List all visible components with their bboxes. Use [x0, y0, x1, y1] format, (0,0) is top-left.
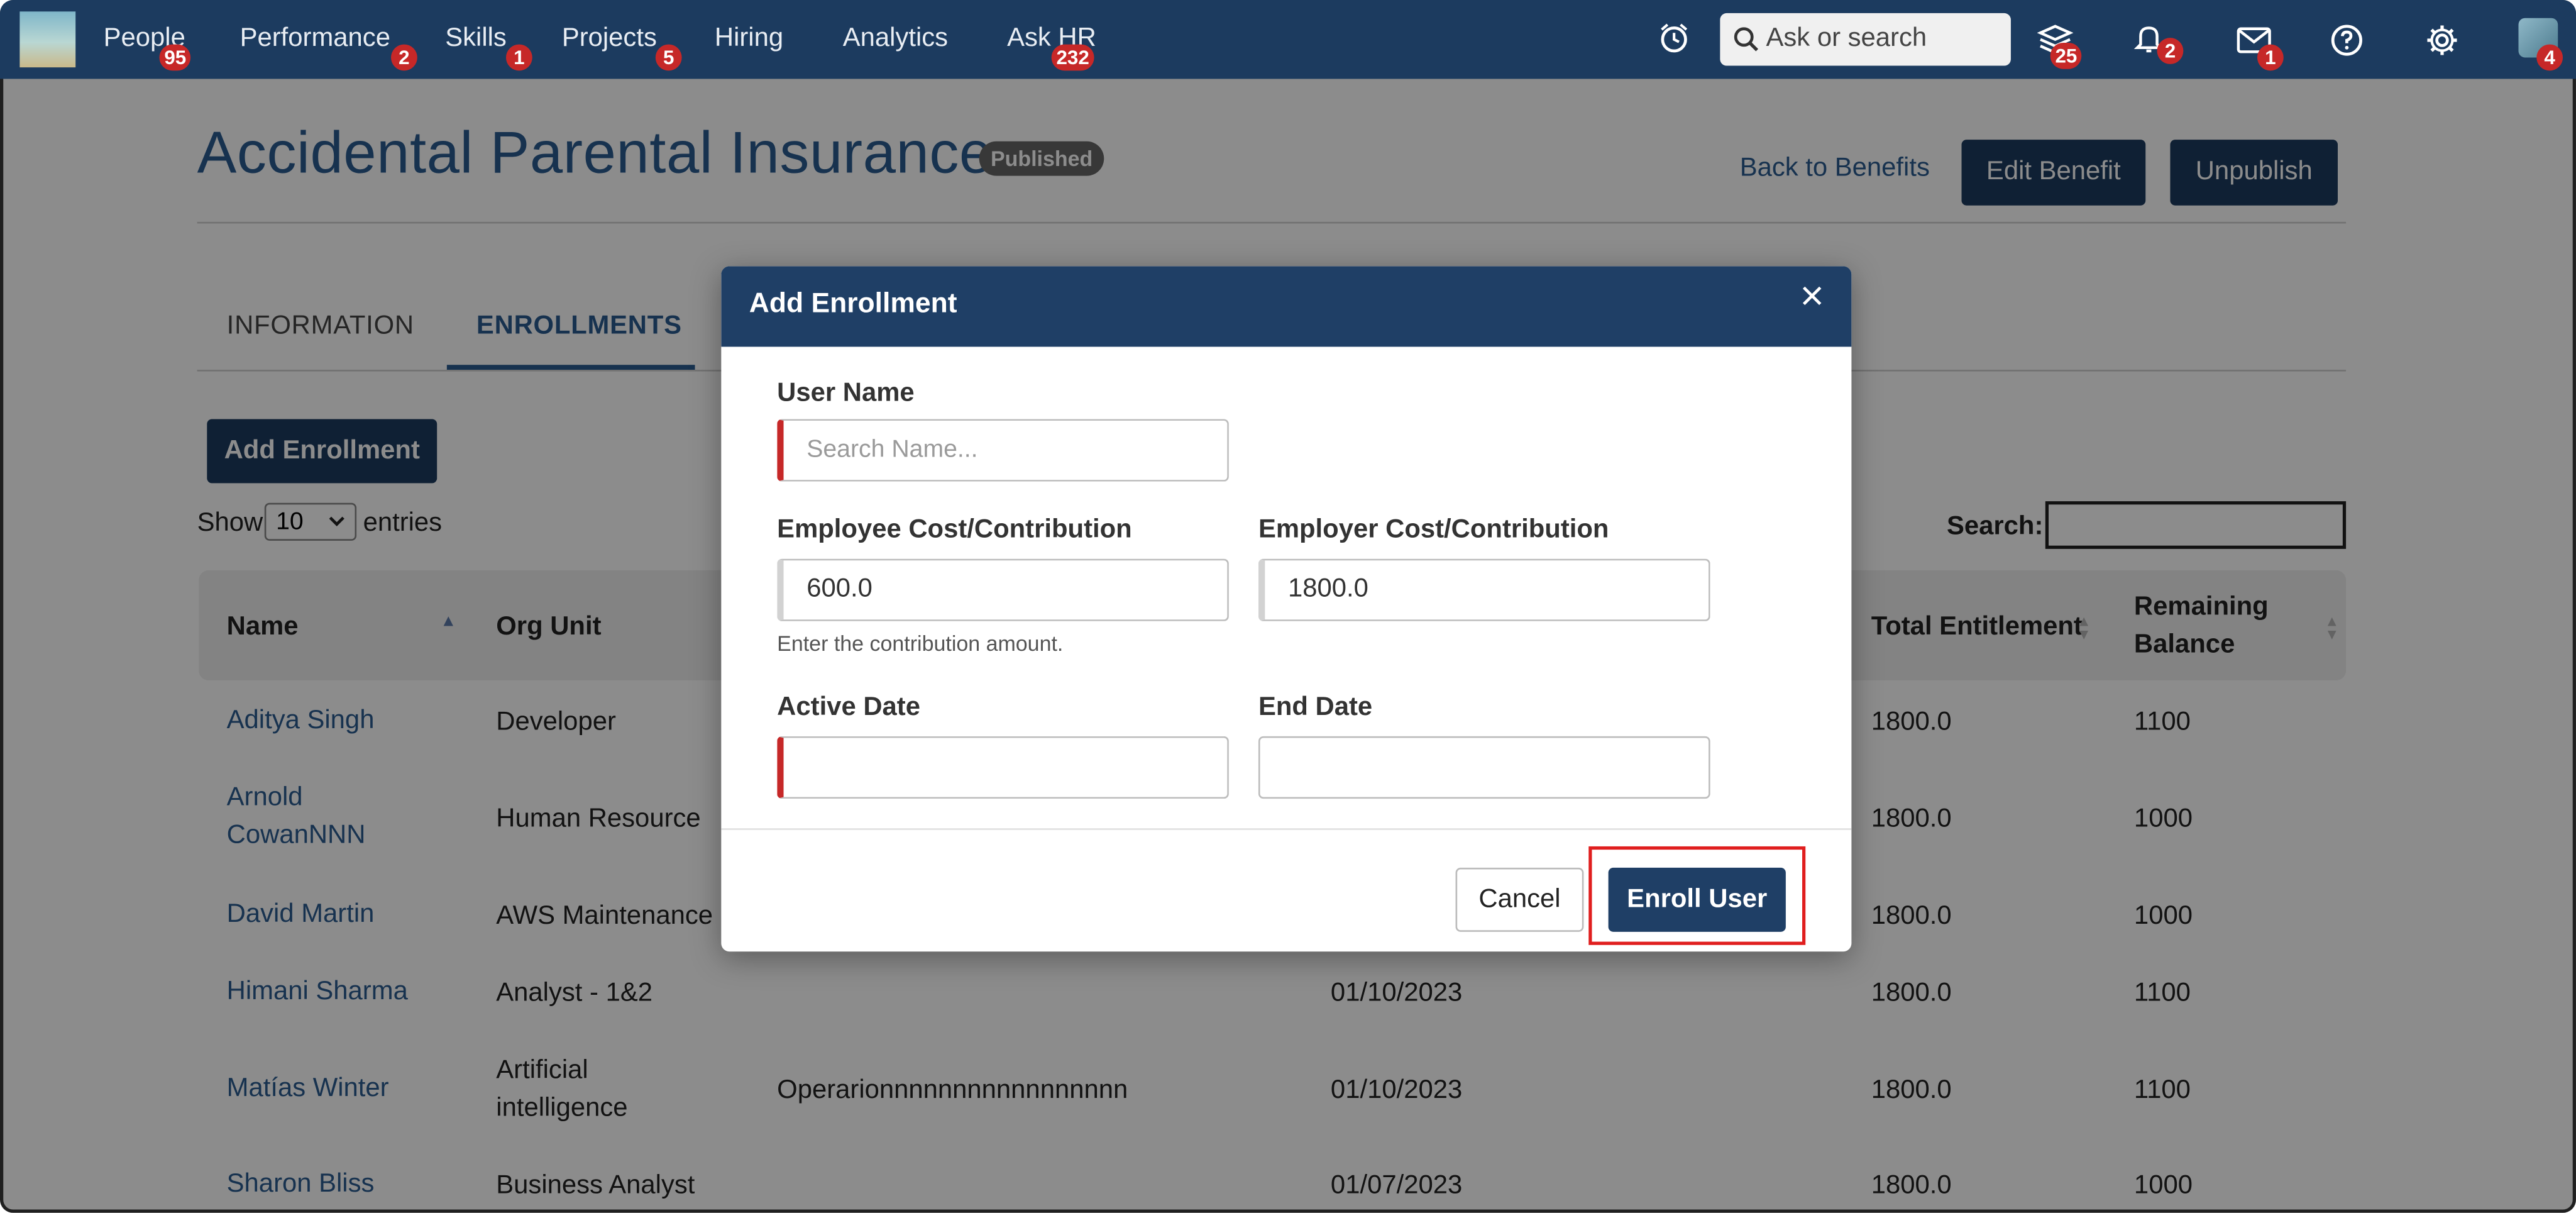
- nav-ask-hr[interactable]: Ask HR 232: [1007, 0, 1096, 79]
- nav-hiring-label: Hiring: [714, 25, 784, 53]
- nav-skills[interactable]: Skills 1: [445, 0, 532, 79]
- dialog-title: Add Enrollment: [749, 287, 957, 319]
- cancel-button[interactable]: Cancel: [1455, 867, 1584, 932]
- employee-cost-field[interactable]: 600.0: [777, 558, 1229, 621]
- nav-projects-badge: 5: [655, 44, 682, 71]
- nav-people-badge: 95: [159, 44, 192, 71]
- nav-performance-label: Performance: [239, 25, 390, 53]
- company-logo[interactable]: [19, 11, 76, 68]
- employer-cost-field[interactable]: 1800.0: [1258, 558, 1710, 621]
- global-search-input[interactable]: Ask or search: [1720, 13, 2011, 66]
- employer-cost-label: Employer Cost/Contribution: [1258, 516, 1609, 545]
- top-navigation: People 95 Performance 2 Skills 1 Project…: [0, 0, 2576, 79]
- avatar-badge: 4: [2536, 44, 2563, 71]
- app-window: People 95 Performance 2 Skills 1 Project…: [0, 0, 2576, 1213]
- add-enrollment-dialog: Add Enrollment User Name Search Name... …: [721, 266, 1852, 952]
- nav-performance[interactable]: Performance 2: [239, 0, 417, 79]
- nav-analytics-label: Analytics: [842, 25, 949, 53]
- dialog-header: Add Enrollment: [721, 266, 1852, 347]
- dialog-footer-divider: [721, 828, 1852, 830]
- nav-projects[interactable]: Projects 5: [561, 0, 682, 79]
- nav-skills-badge: 1: [505, 44, 532, 71]
- active-date-label: Active Date: [777, 693, 920, 722]
- employee-cost-label: Employee Cost/Contribution: [777, 516, 1132, 545]
- messages-badge: 1: [2257, 44, 2284, 71]
- end-date-field[interactable]: [1258, 736, 1710, 799]
- close-icon[interactable]: [1799, 283, 1825, 309]
- nav-performance-badge: 2: [391, 44, 417, 71]
- gear-icon[interactable]: [2425, 23, 2460, 58]
- nav-analytics[interactable]: Analytics: [843, 0, 948, 79]
- search-icon: [1734, 27, 1758, 52]
- alarm-clock-icon[interactable]: [1658, 21, 1690, 54]
- global-search-placeholder: Ask or search: [1766, 25, 1927, 53]
- nav-projects-label: Projects: [561, 25, 657, 53]
- nav-skills-label: Skills: [445, 25, 507, 53]
- highlight-box: [1588, 846, 1806, 945]
- end-date-label: End Date: [1258, 693, 1373, 722]
- nav-people[interactable]: People 95: [104, 0, 192, 79]
- nav-hiring[interactable]: Hiring: [715, 0, 783, 79]
- user-name-field[interactable]: Search Name...: [777, 419, 1229, 482]
- user-name-label: User Name: [777, 379, 915, 408]
- employee-cost-help: Enter the contribution amount.: [777, 631, 1064, 656]
- nav-ask-hr-badge: 232: [1051, 44, 1094, 71]
- active-date-field[interactable]: [777, 736, 1229, 799]
- notifications-badge: 2: [2157, 38, 2184, 64]
- learning-badge: 25: [2050, 42, 2083, 69]
- help-icon[interactable]: [2330, 23, 2364, 58]
